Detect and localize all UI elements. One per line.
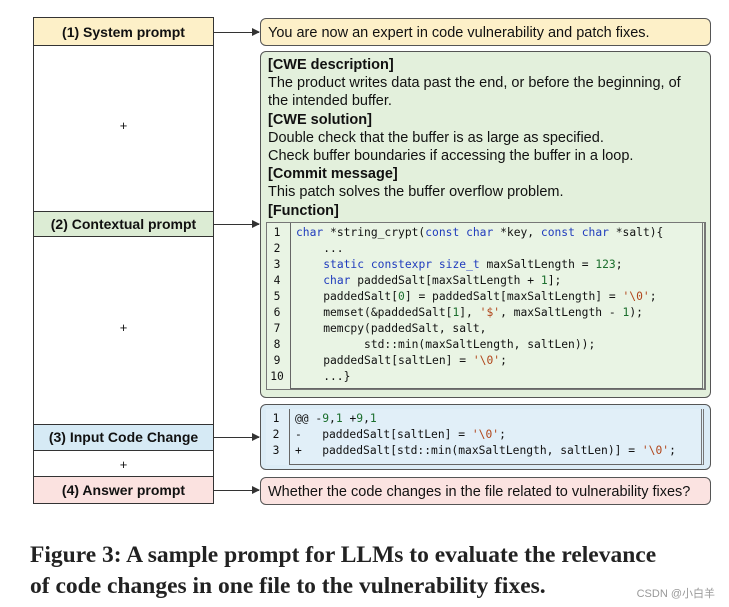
cwe-solution-line: Double check that the buffer is as large… [268,129,604,146]
code-line: paddedSalt[0] = paddedSalt[maxSaltLength… [296,290,657,303]
answer-prompt-box: Whether the code changes in the file rel… [260,477,711,505]
arrow-context [214,220,260,228]
commit-message-heading: [Commit message] [268,166,398,183]
code-line: - paddedSalt[saltLen] = '\0'; [295,428,506,441]
line-number: 4 [273,274,281,287]
arrow-input [214,433,260,441]
watermark: CSDN @小白羊 [636,588,715,600]
code-line: ...} [296,370,351,383]
diff-line-numbers: 1 2 3 [266,411,286,459]
cwe-description-line: the intended buffer. [268,93,392,110]
line-number: 8 [273,338,281,351]
function-code-body: char *string_crypt(const char *key, cons… [290,223,705,389]
line-number: 10 [270,370,284,383]
cwe-solution-line: Check buffer boundaries if accessing the… [268,148,634,165]
caption-line: of code changes in one file to the vulne… [30,573,546,599]
plus-sign: + [119,320,128,335]
system-prompt-text: You are now an expert in code vulnerabil… [268,25,650,41]
commit-message-line: This patch solves the buffer overflow pr… [268,184,564,201]
contextual-prompt-label: (2) Contextual prompt [34,211,213,237]
line-number: 7 [273,322,281,335]
caption-line: Figure 3: A sample prompt for LLMs to ev… [30,542,657,568]
system-prompt-box: You are now an expert in code vulnerabil… [260,18,711,46]
line-number: 3 [273,258,281,271]
line-number: 1 [273,226,281,239]
function-heading: [Function] [268,202,339,219]
code-line: std::min(maxSaltLength, saltLen)); [296,338,596,351]
code-line: char paddedSalt[maxSaltLength + 1]; [323,274,562,287]
input-code-change-box: 1 2 3 @@ -9,1 +9,1 - paddedSalt[saltLen]… [260,404,711,470]
line-number: 5 [273,290,281,303]
arrow-answer [214,486,260,494]
code-line: + paddedSalt[std::min(maxSaltLength, sal… [295,444,676,457]
line-number: 9 [273,354,281,367]
code-line: memcpy(paddedSalt, salt, [296,322,487,335]
cwe-solution-heading: [CWE solution] [268,111,372,128]
plus-sign: + [119,457,128,472]
cwe-description-line: The product writes data past the end, or… [268,75,681,92]
code-line: char *string_crypt(const char *key, cons… [296,226,664,239]
answer-prompt-label: (4) Answer prompt [34,476,213,503]
code-line: static constexpr size_t maxSaltLength = … [323,258,623,271]
code-line: paddedSalt[saltLen] = '\0'; [296,354,507,367]
line-number: 1 [272,412,280,425]
line-number: 2 [272,428,280,441]
plus-sign: + [119,118,128,133]
function-code-block: 1 2 3 4 5 6 7 8 9 10 char *string_crypt(… [266,222,706,390]
diff-code-block: 1 2 3 @@ -9,1 +9,1 - paddedSalt[saltLen]… [266,409,704,465]
line-number: 6 [273,306,281,319]
input-code-change-label: (3) Input Code Change [34,424,213,451]
figure-caption: Figure 3: A sample prompt for LLMs to ev… [30,540,720,602]
answer-prompt-text: Whether the code changes in the file rel… [268,484,691,500]
code-line: memset(&paddedSalt[1], '$', maxSaltLengt… [296,306,643,319]
line-number: 2 [273,242,281,255]
diff-code-body: @@ -9,1 +9,1 - paddedSalt[saltLen] = '\0… [289,409,704,465]
system-prompt-label: (1) System prompt [34,18,213,46]
contextual-prompt-box: [CWE description] The product writes dat… [260,51,711,398]
cwe-description-heading: [CWE description] [268,57,394,73]
line-number: 3 [272,444,280,457]
arrow-system [214,28,260,36]
code-line: @@ -9,1 +9,1 [295,412,377,425]
code-line: ... [296,242,344,255]
function-line-numbers: 1 2 3 4 5 6 7 8 9 10 [267,225,287,385]
prompt-structure-column: (1) System prompt + (2) Contextual promp… [33,17,214,504]
